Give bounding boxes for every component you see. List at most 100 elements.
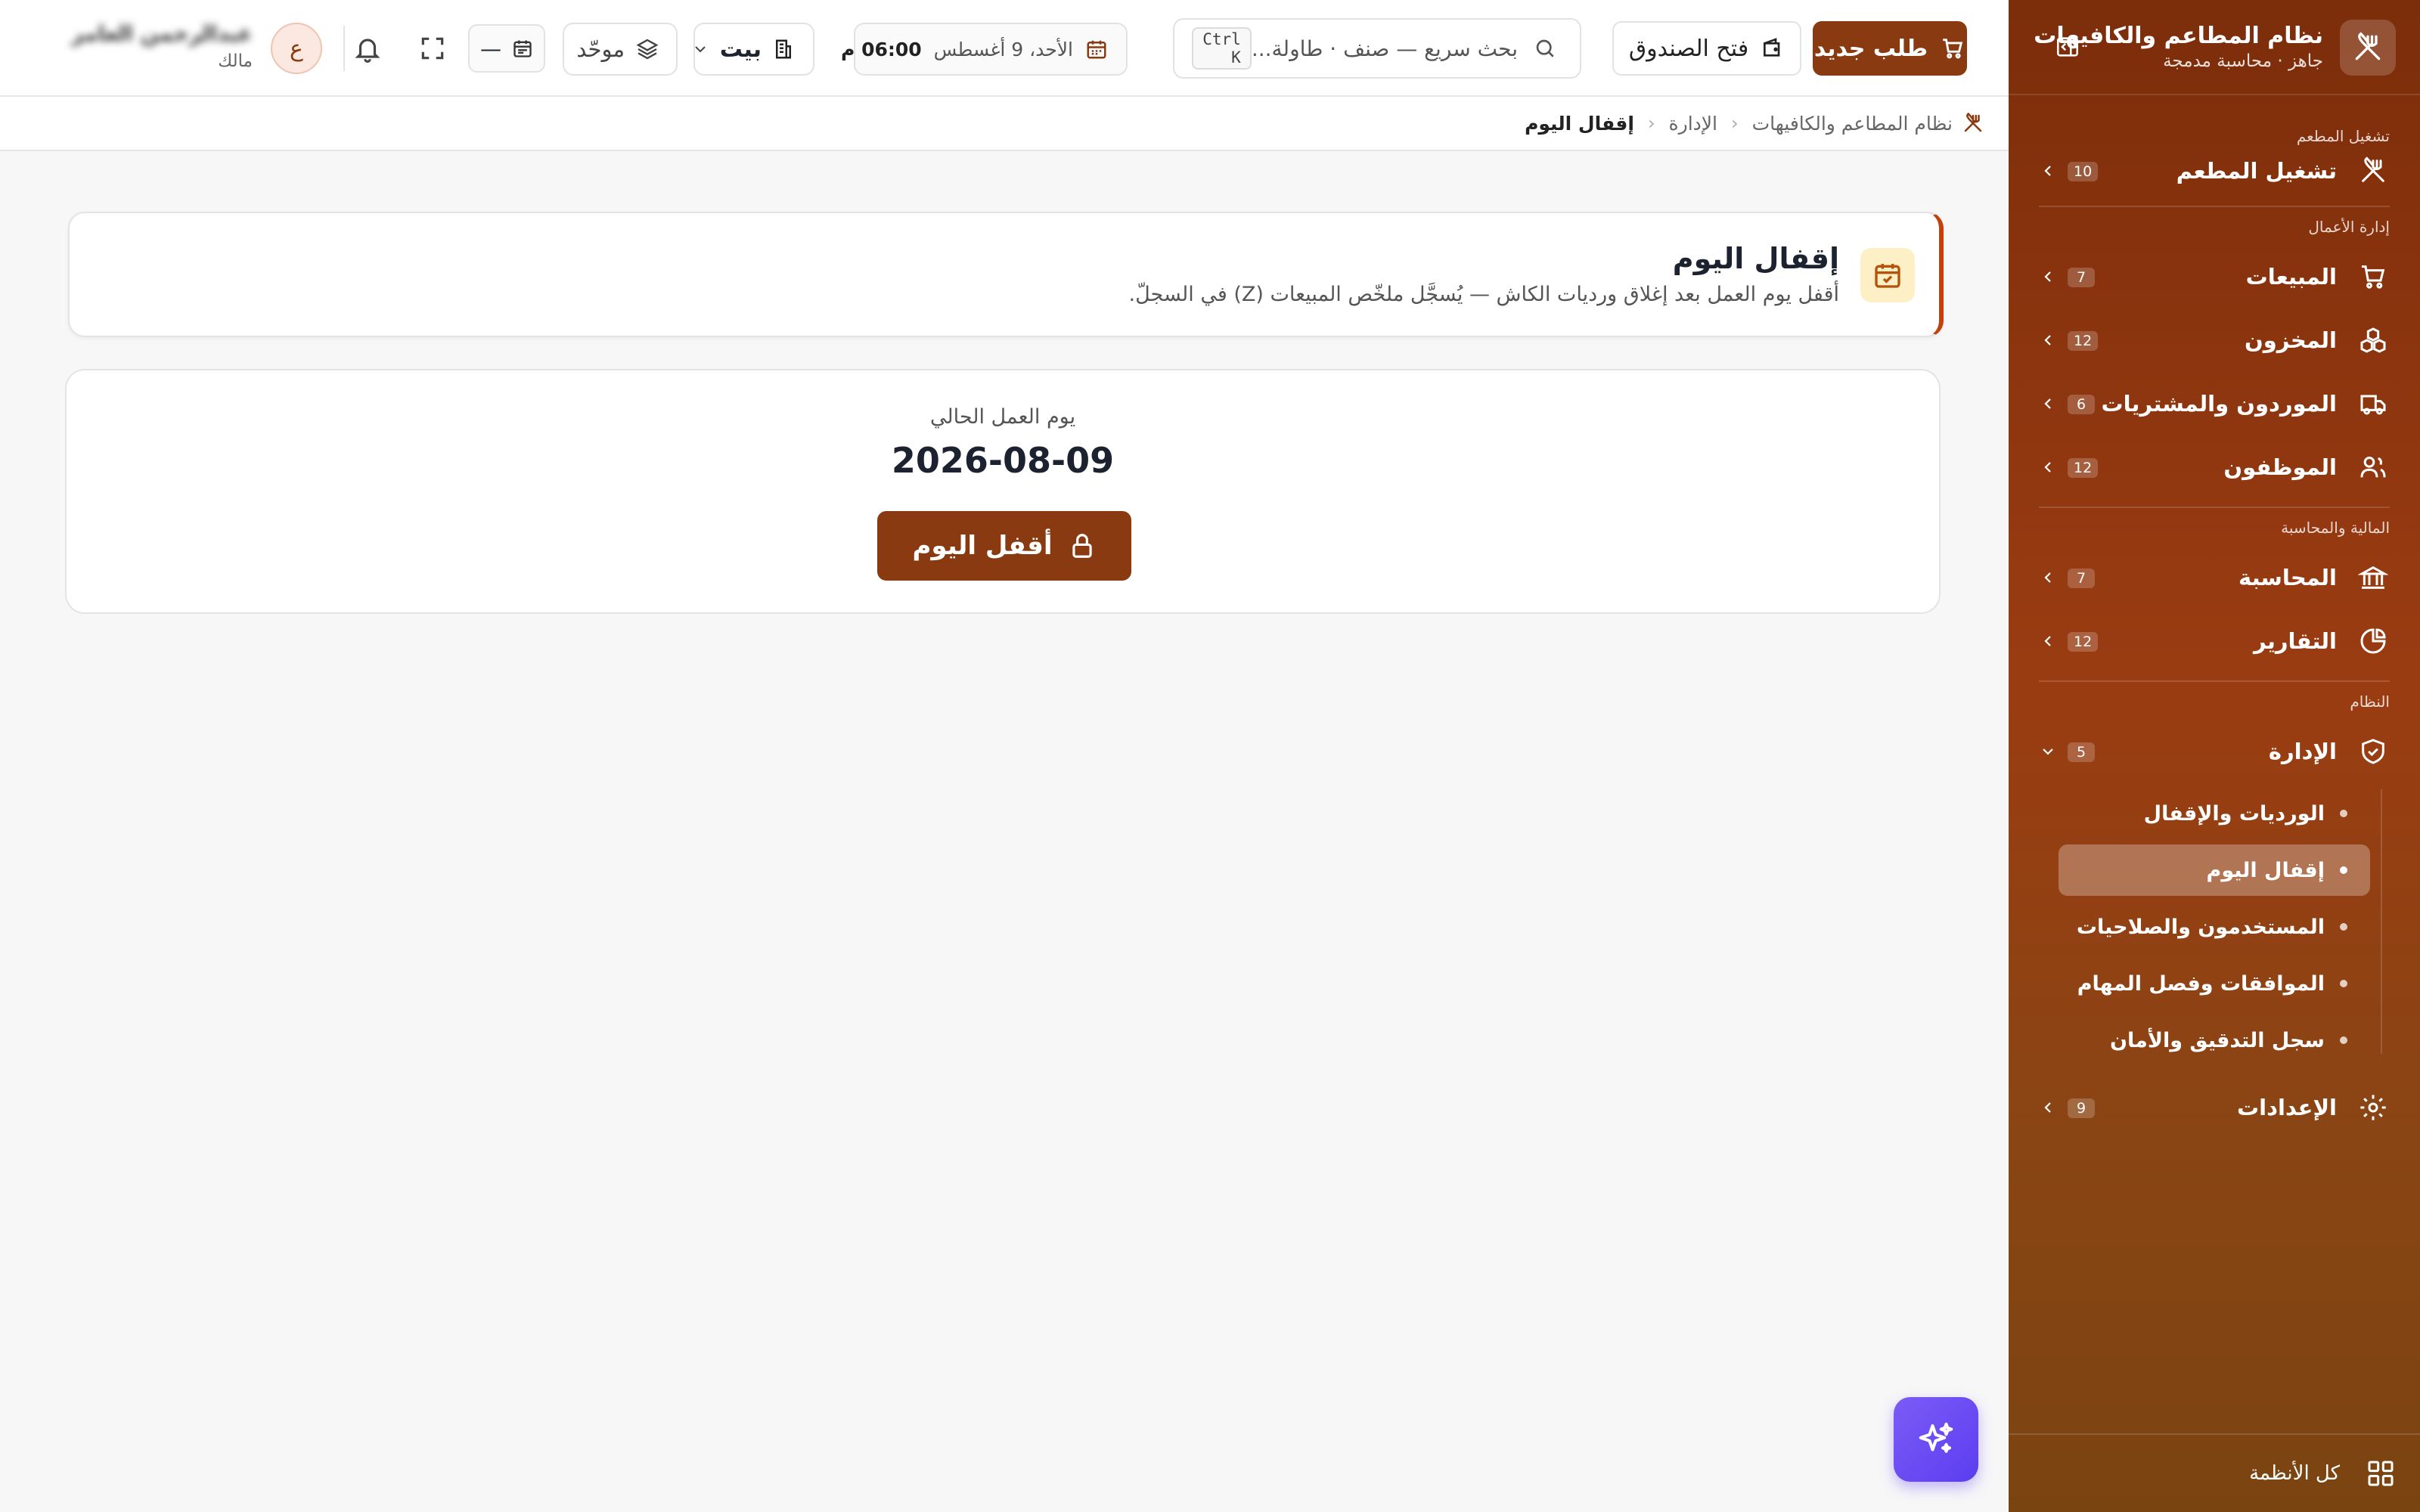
divider: [343, 26, 345, 71]
users-icon: [2356, 451, 2390, 484]
business-day-value: 2026-08-09: [891, 440, 1115, 481]
breadcrumb-current: إقفال اليوم: [1525, 112, 1634, 135]
sidebar-item-label: المحاسبة: [2238, 565, 2337, 590]
close-day-label: أقفل اليوم: [912, 531, 1053, 561]
app-root: نظام المطاعم والكافيهات جاهز · محاسبة مد…: [0, 0, 2420, 1512]
calendar-check-icon: [1860, 248, 1915, 302]
sparkles-icon: [1916, 1419, 1956, 1460]
date-text: الأحد، 9 أغسطس: [933, 38, 1073, 60]
submenu-guide-line: [2381, 789, 2382, 1054]
chevron-left-icon: ‹: [1647, 113, 1655, 134]
chevron-down-icon: [691, 40, 709, 58]
breadcrumb: نظام المطاعم والكافيهات ‹ الإدارة ‹ إقفا…: [0, 97, 2009, 151]
sidebar-item-accounting[interactable]: المحاسبة 7: [2009, 546, 2420, 609]
submenu-item-label: الورديات والإقفال: [2143, 801, 2325, 826]
search-icon: [1533, 36, 1557, 60]
open-cashbox-button[interactable]: فتح الصندوق: [1612, 21, 1801, 76]
fullscreen-icon[interactable]: [414, 30, 451, 67]
page-title: إقفال اليوم: [1672, 242, 1839, 275]
user-role: مالك: [218, 51, 253, 71]
restaurant-logo-icon: [2340, 20, 2396, 76]
bullet-dot: [2340, 810, 2347, 817]
bell-icon[interactable]: [349, 30, 386, 67]
utensils-icon: [1962, 112, 1984, 135]
layers-icon: [635, 37, 659, 61]
submenu-item-label: الموافقات وفصل المهام: [2077, 971, 2325, 996]
boxes-icon: [2356, 324, 2390, 357]
submenu-item-shifts[interactable]: الورديات والإقفال: [2059, 788, 2370, 839]
bullet-dot: [2340, 866, 2347, 874]
submenu-item-users[interactable]: المستخدمون والصلاحيات: [2059, 901, 2370, 953]
sidebar-item-admin[interactable]: الإدارة 5: [2009, 720, 2420, 783]
sidebar-item-label: الإدارة: [2268, 739, 2337, 764]
admin-submenu: الورديات والإقفال إقفال اليوم المستخدمون…: [2009, 783, 2420, 1076]
sidebar-item-label: التقارير: [2253, 628, 2337, 654]
sidebar-nav: تشغيل المطعم تشغيل المطعم 10 إدارة الأعم…: [2009, 95, 2420, 1139]
count-badge: 6: [2068, 395, 2095, 414]
submenu-item-audit-log[interactable]: سجل التدقيق والأمان: [2059, 1015, 2370, 1066]
all-systems-link[interactable]: كل الأنظمة: [2009, 1433, 2420, 1512]
breadcrumb-section[interactable]: الإدارة: [1669, 113, 1717, 135]
bank-icon: [2356, 561, 2390, 594]
new-order-label: طلب جديد: [1813, 35, 1928, 62]
scope-label: موحّد: [576, 36, 625, 62]
topbar: طلب جديد فتح الصندوق بحث سريع — صنف · طا…: [0, 0, 2009, 97]
gear-icon: [2356, 1091, 2390, 1124]
sidebar-item-restaurant-ops[interactable]: تشغيل المطعم 10: [2009, 150, 2420, 192]
sidebar-collapse-icon[interactable]: [2052, 32, 2083, 62]
count-badge: 7: [2068, 268, 2095, 287]
sidebar-header: نظام المطاعم والكافيهات جاهز · محاسبة مد…: [2009, 0, 2420, 95]
date-time-display[interactable]: الأحد، 9 أغسطس 06:00 م: [841, 23, 1128, 76]
search-input[interactable]: بحث سريع — صنف · طاولة... Ctrl K: [1173, 18, 1581, 79]
chevron-left-icon: [2039, 395, 2057, 413]
sidebar-item-reports[interactable]: التقارير 12: [2009, 609, 2420, 673]
truck-icon: [2356, 387, 2390, 420]
section-heading-system: النظام: [2350, 692, 2390, 711]
sidebar-item-suppliers[interactable]: الموردون والمشتريات 6: [2009, 372, 2420, 435]
section-heading-finance: المالية والمحاسبة: [2281, 519, 2390, 537]
period-value: —: [480, 36, 501, 61]
shield-check-icon: [2356, 735, 2390, 768]
sidebar-item-label: تشغيل المطعم: [2176, 158, 2337, 184]
ai-assistant-button[interactable]: [1894, 1397, 1978, 1482]
sidebar: نظام المطاعم والكافيهات جاهز · محاسبة مد…: [2009, 0, 2420, 1512]
sidebar-item-label: الموردون والمشتريات: [2101, 391, 2337, 417]
bullet-dot: [2340, 1036, 2347, 1044]
bullet-dot: [2340, 980, 2347, 987]
chevron-left-icon: [2039, 1098, 2057, 1117]
chevron-left-icon: ‹: [1731, 113, 1739, 134]
page-header-card: إقفال اليوم أقفل يوم العمل بعد إغلاق ورد…: [68, 212, 1944, 337]
lock-icon: [1068, 531, 1097, 560]
submenu-item-label: إقفال اليوم: [2206, 858, 2325, 882]
sidebar-item-label: الموظفون: [2223, 454, 2337, 480]
count-badge: 7: [2068, 569, 2095, 588]
count-badge: 12: [2068, 632, 2099, 652]
all-systems-label: كل الأنظمة: [2249, 1462, 2340, 1485]
consolidated-toggle[interactable]: موحّد: [563, 23, 678, 76]
submenu-item-label: سجل التدقيق والأمان: [2109, 1028, 2325, 1052]
count-badge: 9: [2068, 1098, 2095, 1118]
search-placeholder: بحث سريع — صنف · طاولة...: [1251, 36, 1518, 61]
count-badge: 10: [2068, 162, 2099, 181]
section-heading-ops: تشغيل المطعم: [2296, 127, 2390, 145]
breadcrumb-root[interactable]: نظام المطاعم والكافيهات: [1752, 113, 1953, 135]
close-day-button[interactable]: أقفل اليوم: [877, 511, 1131, 581]
section-heading-business: إدارة الأعمال: [2308, 218, 2390, 236]
sidebar-item-inventory[interactable]: المخزون 12: [2009, 308, 2420, 372]
branch-select[interactable]: بيت: [693, 23, 814, 76]
period-picker[interactable]: —: [468, 24, 545, 73]
count-badge: 12: [2068, 458, 2099, 478]
submenu-item-approvals[interactable]: الموافقات وفصل المهام: [2059, 958, 2370, 1009]
sidebar-item-label: المخزون: [2245, 327, 2337, 353]
submenu-item-day-close[interactable]: إقفال اليوم: [2059, 844, 2370, 896]
sidebar-item-employees[interactable]: الموظفون 12: [2009, 435, 2420, 499]
avatar[interactable]: ع: [271, 23, 322, 74]
new-order-button[interactable]: طلب جديد: [1813, 21, 1967, 76]
sidebar-item-settings[interactable]: الإعدادات 9: [2009, 1076, 2420, 1139]
sidebar-item-sales[interactable]: المبيعات 7: [2009, 245, 2420, 308]
sidebar-item-label: الإعدادات: [2236, 1095, 2337, 1120]
pie-chart-icon: [2356, 624, 2390, 658]
branch-value: بيت: [719, 36, 762, 63]
cart-icon: [2356, 260, 2390, 293]
submenu-item-label: المستخدمون والصلاحيات: [2076, 915, 2325, 939]
